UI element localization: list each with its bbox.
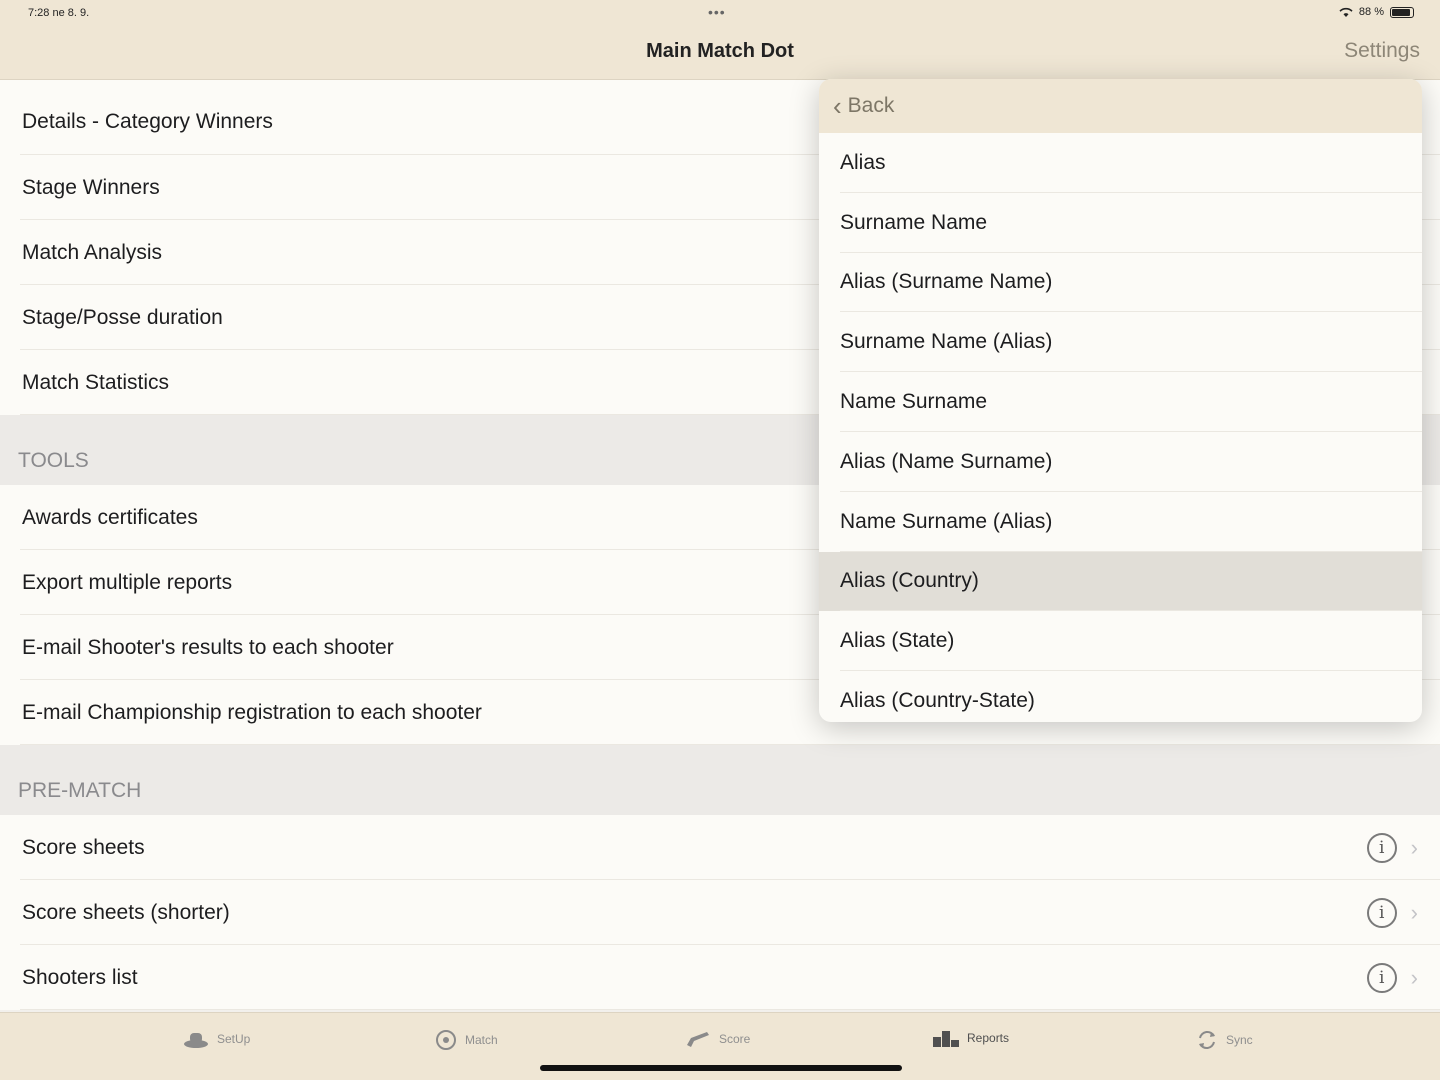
option-name-surname[interactable]: Name Surname <box>819 372 1422 432</box>
navigation-bar: Main Match Dot Settings <box>0 28 1440 80</box>
option-surname-name[interactable]: Surname Name <box>819 193 1422 253</box>
tab-sync[interactable]: Sync <box>1196 1029 1253 1051</box>
settings-button[interactable]: Settings <box>1344 39 1420 63</box>
status-indicators: 88 % <box>1339 6 1414 18</box>
section-header-pre-match: PRE-MATCH <box>0 745 1440 815</box>
chevron-right-icon: › <box>1410 834 1418 860</box>
info-icon[interactable]: i <box>1366 962 1397 993</box>
status-time: 7:28 ne 8. 9. <box>28 7 90 19</box>
tab-reports[interactable]: Reports <box>933 1029 1009 1047</box>
option-surname-name-alias[interactable]: Surname Name (Alias) <box>819 312 1422 372</box>
battery-percent: 88 % <box>1358 6 1384 18</box>
hat-icon <box>184 1033 208 1048</box>
status-bar: 7:28 ne 8. 9. ••• 88 % <box>0 0 1440 28</box>
option-alias-state[interactable]: Alias (State) <box>819 611 1422 671</box>
chevron-right-icon: › <box>1410 964 1418 990</box>
option-alias-surname-name[interactable]: Alias (Surname Name) <box>819 253 1422 313</box>
option-alias-country[interactable]: Alias (Country) <box>819 551 1422 612</box>
home-indicator[interactable] <box>540 1065 902 1071</box>
info-icon[interactable]: i <box>1366 897 1397 928</box>
tab-match[interactable]: Match <box>435 1029 498 1051</box>
list-item[interactable]: Shooters list i › <box>0 945 1440 1010</box>
sync-icon <box>1199 1030 1215 1050</box>
tab-setup[interactable]: SetUp <box>183 1029 250 1049</box>
gun-icon <box>687 1032 709 1047</box>
option-alias[interactable]: Alias <box>819 133 1422 193</box>
info-icon[interactable]: i <box>1366 832 1397 863</box>
name-format-popover: ‹ Back Alias Surname Name Alias (Surname… <box>819 79 1422 722</box>
battery-icon <box>1390 6 1414 18</box>
list-item[interactable]: Score sheets (shorter) i › <box>0 880 1440 945</box>
list-item[interactable]: Score sheets i › <box>0 815 1440 880</box>
chevron-right-icon: › <box>1410 899 1418 925</box>
wifi-icon <box>1339 7 1353 17</box>
option-alias-name-surname[interactable]: Alias (Name Surname) <box>819 432 1422 492</box>
back-button[interactable]: ‹ Back <box>819 79 1422 133</box>
chevron-left-icon: ‹ <box>833 91 842 121</box>
multitasking-dots-icon[interactable]: ••• <box>708 4 726 20</box>
page-title: Main Match Dot <box>646 40 794 62</box>
tab-score[interactable]: Score <box>685 1029 750 1049</box>
target-icon <box>436 1030 456 1050</box>
back-label: Back <box>847 94 895 117</box>
option-alias-country-state[interactable]: Alias (Country-State) <box>819 671 1422 722</box>
option-name-surname-alias[interactable]: Name Surname (Alias) <box>819 492 1422 552</box>
podium-icon <box>933 1031 959 1047</box>
